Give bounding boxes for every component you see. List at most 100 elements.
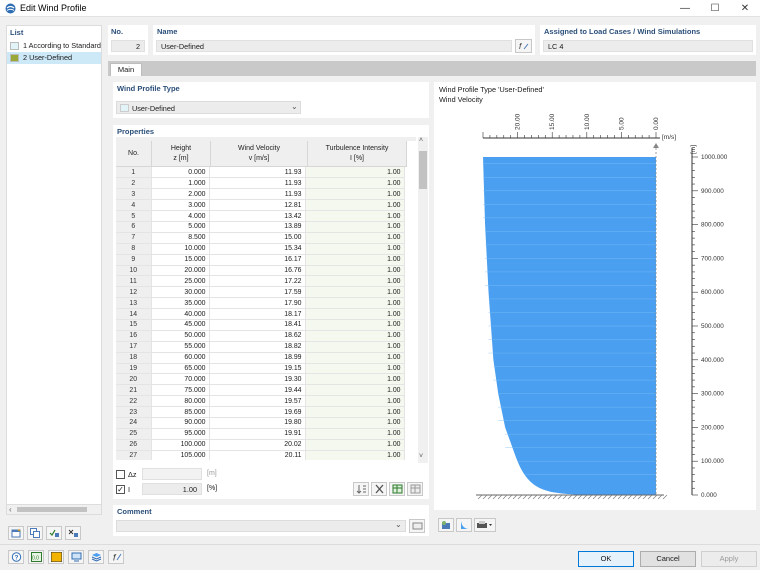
table-cell[interactable]: 2.000: [151, 188, 210, 201]
table-cell[interactable]: 85.000: [151, 406, 210, 418]
table-cell[interactable]: 1.00: [305, 373, 405, 386]
table-cell[interactable]: 1.000: [151, 177, 210, 190]
edit-name-icon[interactable]: f: [515, 39, 532, 53]
comment-field[interactable]: [116, 520, 406, 532]
table-row[interactable]: 27 105.000 20.11 1.00: [116, 450, 405, 460]
sort-icon[interactable]: [353, 482, 369, 496]
chart-profile-icon[interactable]: [456, 518, 472, 532]
table-cell[interactable]: 19.80: [209, 417, 306, 429]
color-icon[interactable]: [48, 550, 64, 564]
table-cell[interactable]: 11.93: [209, 167, 306, 179]
table-cell[interactable]: 1.00: [305, 167, 405, 179]
table-cell[interactable]: 70.000: [151, 373, 210, 386]
table-cell[interactable]: 80.000: [151, 395, 210, 408]
delete-row-icon[interactable]: [371, 482, 387, 496]
table-cell[interactable]: 20.000: [151, 265, 210, 277]
list-scrollbar[interactable]: ‹: [7, 504, 101, 514]
table-cell[interactable]: 1.00: [305, 221, 405, 233]
table-row[interactable]: 7 8.500 15.00 1.00: [116, 232, 405, 244]
table-cell[interactable]: 1.00: [305, 330, 405, 342]
assigned-field[interactable]: LC 4: [543, 40, 753, 52]
table-cell[interactable]: 1.00: [305, 319, 405, 331]
table-row[interactable]: 13 35.000 17.90 1.00: [116, 297, 405, 310]
table-row[interactable]: 10 20.000 16.76 1.00: [116, 265, 405, 277]
table-scroll-thumb[interactable]: [419, 151, 427, 189]
table-cell[interactable]: 1.00: [305, 265, 405, 277]
table-cell[interactable]: 5.000: [151, 221, 210, 233]
table-cell[interactable]: 55.000: [151, 341, 210, 353]
table-cell[interactable]: 1.00: [305, 384, 405, 397]
table-row[interactable]: 20 70.000 19.30 1.00: [116, 373, 405, 386]
table-cell[interactable]: 18.17: [209, 308, 306, 320]
table-cell[interactable]: 25.000: [151, 275, 210, 288]
table-cell[interactable]: 11.93: [209, 188, 306, 201]
table-cell[interactable]: 18.41: [209, 319, 306, 331]
export-table-icon[interactable]: [407, 482, 423, 496]
table-row[interactable]: 9 15.000 16.17 1.00: [116, 254, 405, 266]
scroll-down-icon[interactable]: ˅: [419, 453, 423, 460]
table-cell[interactable]: 1.00: [305, 450, 405, 460]
i-field[interactable]: 1.00: [142, 483, 202, 495]
table-row[interactable]: 1 0.000 11.93 1.00: [116, 167, 405, 179]
formula-icon[interactable]: f: [108, 550, 124, 564]
table-cell[interactable]: 1.00: [305, 395, 405, 408]
scroll-up-icon[interactable]: ˄: [419, 137, 423, 144]
name-field[interactable]: User-Defined: [156, 40, 512, 52]
table-scrollbar[interactable]: ˄ ˅: [418, 137, 428, 463]
ok-button[interactable]: OK: [578, 551, 634, 567]
table-cell[interactable]: 13.89: [209, 221, 306, 233]
table-row[interactable]: 19 65.000 19.15 1.00: [116, 363, 405, 375]
table-cell[interactable]: 1.00: [305, 254, 405, 266]
model-icon[interactable]: [88, 550, 104, 564]
table-row[interactable]: 21 75.000 19.44 1.00: [116, 384, 405, 397]
table-cell[interactable]: 1.00: [305, 439, 405, 451]
table-cell[interactable]: 1.00: [305, 308, 405, 320]
new-item-icon[interactable]: ✦: [8, 526, 24, 540]
scroll-thumb[interactable]: [17, 507, 87, 512]
display-icon[interactable]: [68, 550, 84, 564]
table-cell[interactable]: 15.000: [151, 254, 210, 266]
table-cell[interactable]: 0.000: [151, 167, 210, 179]
table-row[interactable]: 16 50.000 18.62 1.00: [116, 330, 405, 342]
table-cell[interactable]: 13.42: [209, 210, 306, 222]
table-row[interactable]: 17 55.000 18.82 1.00: [116, 341, 405, 353]
table-cell[interactable]: 16.17: [209, 254, 306, 266]
wind-velocity-chart[interactable]: 20.00 15.00 10.00 5.00 0.00[m/s] 1000.000 900.…: [434, 82, 756, 510]
units-icon[interactable]: 0.0: [28, 550, 44, 564]
table-cell[interactable]: 1.00: [305, 341, 405, 353]
comment-library-icon[interactable]: [409, 519, 425, 533]
table-row[interactable]: 18 60.000 18.99 1.00: [116, 352, 405, 364]
table-cell[interactable]: 1.00: [305, 275, 405, 288]
table-cell[interactable]: 1.00: [305, 210, 405, 222]
no-field[interactable]: 2: [111, 40, 145, 52]
close-icon[interactable]: ✕: [730, 0, 760, 17]
table-cell[interactable]: 45.000: [151, 319, 210, 331]
table-row[interactable]: 26 100.000 20.02 1.00: [116, 439, 405, 451]
table-cell[interactable]: 1.00: [305, 406, 405, 418]
table-row[interactable]: 24 90.000 19.80 1.00: [116, 417, 405, 429]
table-cell[interactable]: 1.00: [305, 352, 405, 364]
help-icon[interactable]: ?: [8, 550, 24, 564]
table-cell[interactable]: 1.00: [305, 417, 405, 429]
table-row[interactable]: 12 30.000 17.59 1.00: [116, 286, 405, 299]
table-cell[interactable]: 8.500: [151, 232, 210, 244]
table-cell[interactable]: 50.000: [151, 330, 210, 342]
table-cell[interactable]: 20.11: [209, 450, 306, 460]
table-cell[interactable]: 19.57: [209, 395, 306, 408]
table-cell[interactable]: 19.91: [209, 428, 306, 440]
table-cell[interactable]: 1.00: [305, 177, 405, 190]
table-cell[interactable]: 15.34: [209, 243, 306, 255]
table-cell[interactable]: 40.000: [151, 308, 210, 320]
chart-view-icon[interactable]: [438, 518, 454, 532]
table-cell[interactable]: 17.22: [209, 275, 306, 288]
table-cell[interactable]: 18.99: [209, 352, 306, 364]
table-cell[interactable]: 16.76: [209, 265, 306, 277]
tab-main[interactable]: Main: [110, 63, 142, 76]
table-cell[interactable]: 1.00: [305, 188, 405, 201]
table-cell[interactable]: 15.00: [209, 232, 306, 244]
table-cell[interactable]: 1.00: [305, 428, 405, 440]
check-items-icon[interactable]: [46, 526, 62, 540]
table-row[interactable]: 2 1.000 11.93 1.00: [116, 177, 405, 190]
table-cell[interactable]: 35.000: [151, 297, 210, 310]
print-icon[interactable]: [474, 518, 496, 532]
